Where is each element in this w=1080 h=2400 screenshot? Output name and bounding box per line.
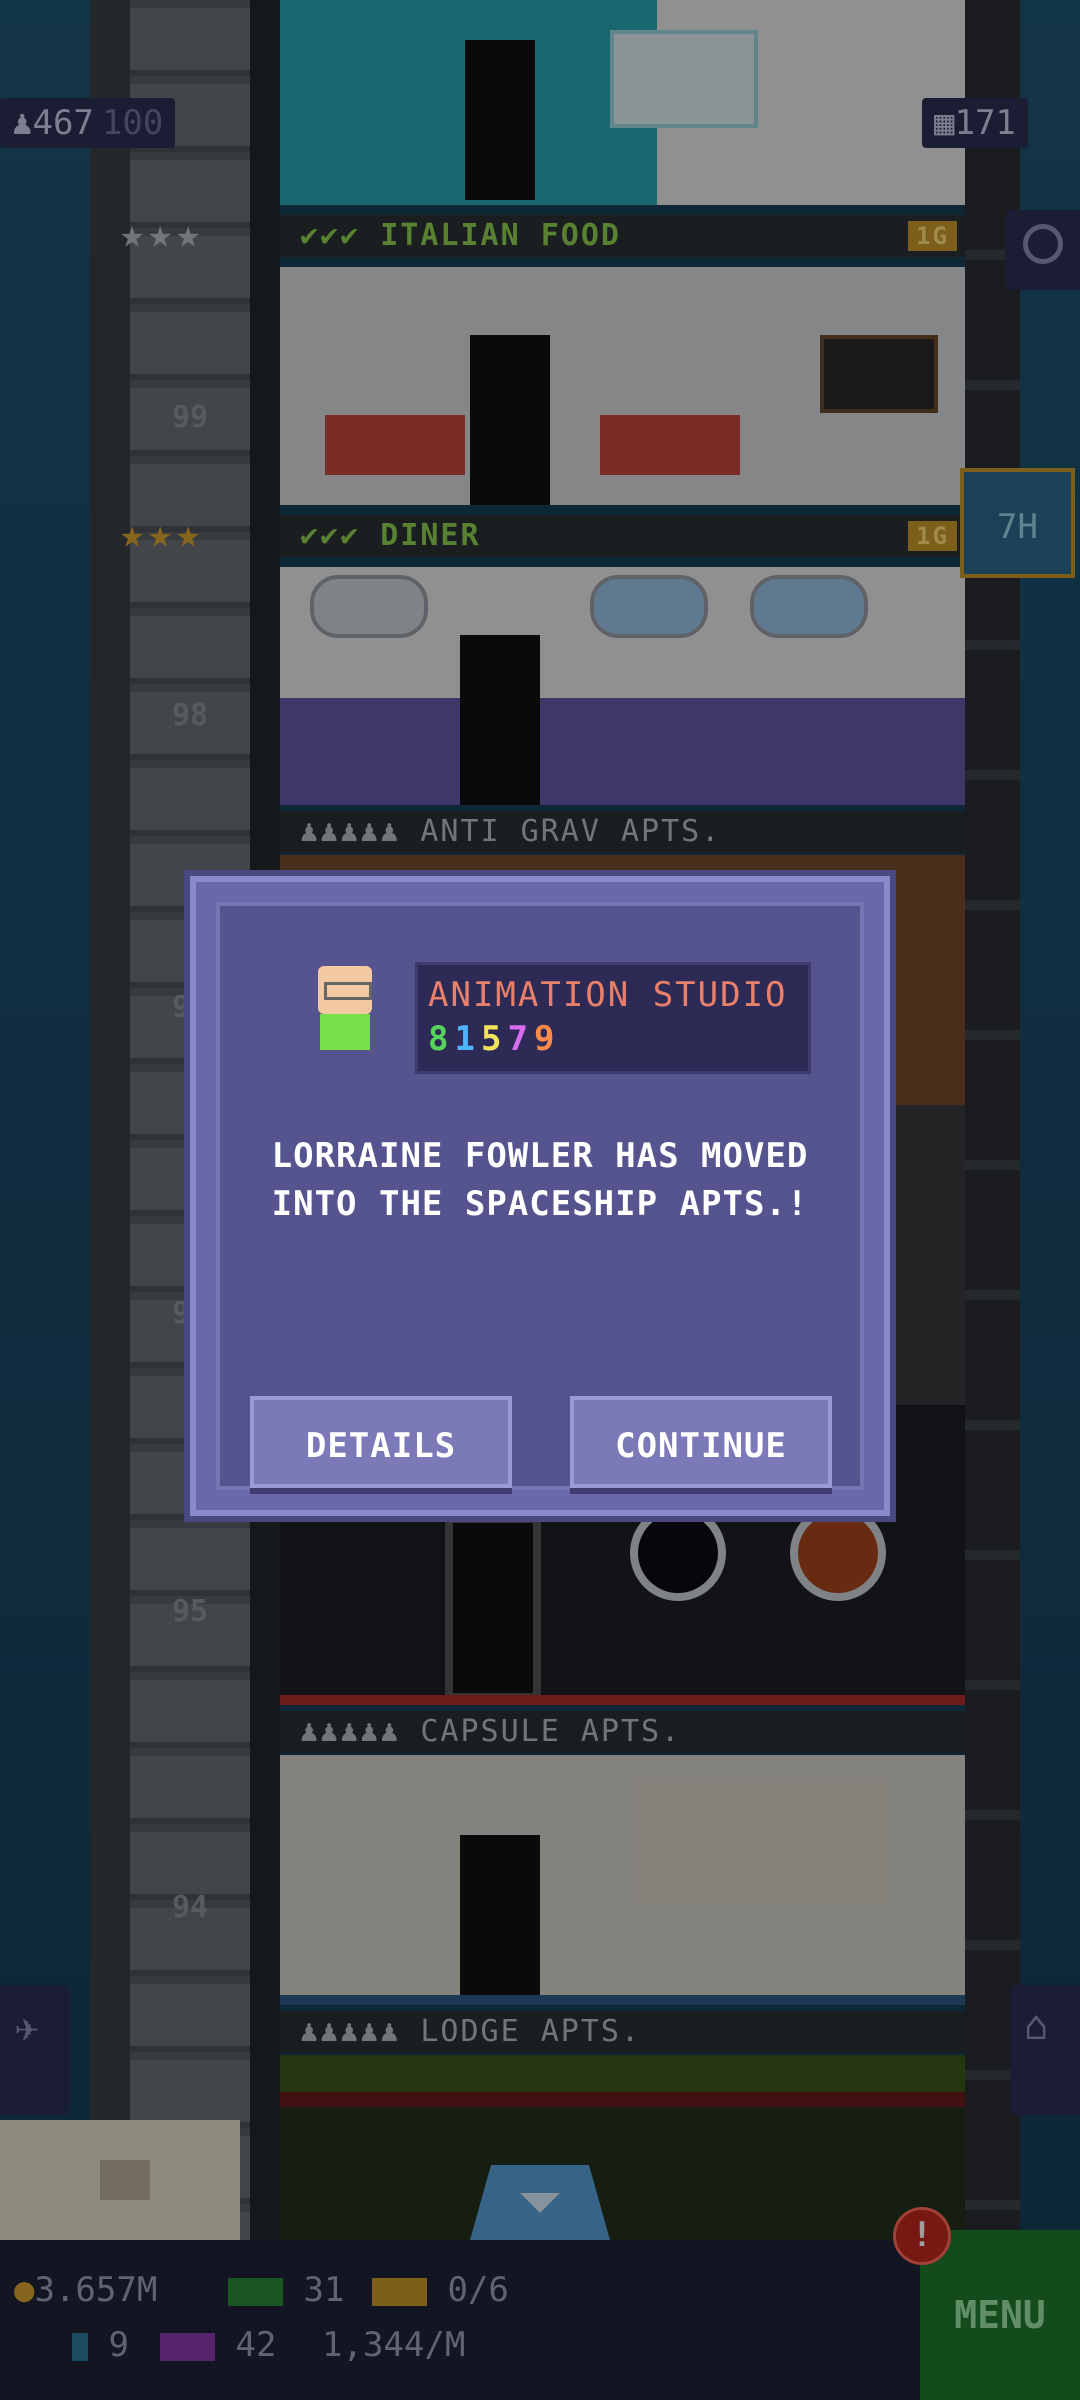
digit: 5 (480, 1019, 508, 1059)
digit: 7 (507, 1019, 534, 1059)
continue-button[interactable]: CONTINUE (570, 1396, 832, 1488)
digit: 9 (533, 1019, 561, 1059)
dialog-panel: ANIMATION STUDIO 81579 LORRAINE FOWLER H… (216, 902, 864, 1490)
resident-avatar (310, 966, 380, 1056)
glasses-icon (324, 982, 372, 1000)
dream-job-digits: 81579 (428, 1019, 560, 1059)
details-button[interactable]: DETAILS (250, 1396, 512, 1488)
dialog-message: LORRAINE FOWLER HAS MOVED INTO THE SPACE… (271, 1136, 809, 1224)
business-info-box: ANIMATION STUDIO 81579 (415, 962, 811, 1074)
digit: 8 (428, 1019, 455, 1059)
digit: 1 (454, 1019, 481, 1059)
business-name: ANIMATION STUDIO (428, 975, 788, 1015)
avatar-shirt (320, 1014, 370, 1050)
move-in-dialog: ANIMATION STUDIO 81579 LORRAINE FOWLER H… (190, 876, 890, 1516)
